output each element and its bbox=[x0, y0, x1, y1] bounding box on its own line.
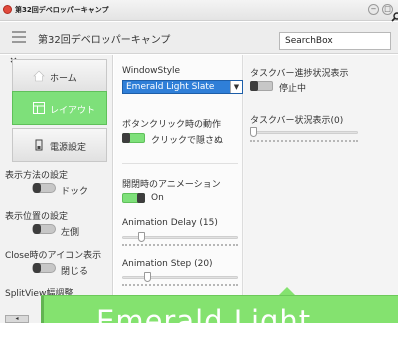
page-title: 第32回デベロッパーキャンプ bbox=[38, 35, 171, 46]
app-header: 第32回デベロッパーキャンプ SearchBox bbox=[0, 22, 398, 54]
display-position-value: 左側 bbox=[61, 228, 80, 238]
animation-delay-label: Animation Delay (15) bbox=[122, 218, 218, 228]
animation-step-ticks bbox=[122, 284, 238, 286]
open-close-animation-label: 開閉時のアニメーション bbox=[122, 180, 221, 190]
close-icon-display-toggle[interactable] bbox=[32, 263, 56, 273]
animation-step-slider-thumb[interactable] bbox=[144, 272, 151, 282]
sidebar-item-layout[interactable]: レイアウト bbox=[12, 91, 107, 125]
button-click-action-value: クリックで隠さぬ bbox=[151, 136, 224, 146]
taskbar-state-label: タスクバー状況表示(0) bbox=[250, 116, 344, 126]
layout-icon bbox=[33, 102, 45, 114]
title-bar: 第32回デベロッパーキャンプ − □ bbox=[0, 0, 398, 21]
sidebar-item-label: レイアウト bbox=[50, 106, 96, 116]
window-title: 第32回デベロッパーキャンプ bbox=[15, 6, 109, 14]
animation-delay-ticks bbox=[122, 244, 238, 246]
close-icon-display-value: 閉じる bbox=[61, 267, 89, 277]
hamburger-menu-icon[interactable] bbox=[12, 31, 26, 43]
taskbar-state-ticks bbox=[250, 140, 358, 142]
taskbar-state-track[interactable] bbox=[250, 131, 358, 134]
open-close-animation-value: On bbox=[151, 193, 164, 203]
settings-panel-right bbox=[244, 55, 398, 323]
sidebar-item-label: ホーム bbox=[50, 74, 77, 84]
minimize-button[interactable]: − bbox=[368, 4, 379, 15]
display-position-toggle[interactable] bbox=[32, 224, 56, 234]
window-style-value: Emerald Light Slate bbox=[126, 82, 215, 92]
taskbar-state-slider-thumb[interactable] bbox=[250, 127, 257, 137]
chevron-down-icon[interactable]: ▼ bbox=[230, 81, 242, 93]
splitview-width-control[interactable]: ◂ bbox=[5, 315, 29, 323]
animation-step-track[interactable] bbox=[122, 276, 238, 279]
app-icon bbox=[3, 5, 12, 14]
taskbar-progress-value: 停止中 bbox=[279, 84, 307, 94]
window-style-label: WindowStyle bbox=[122, 66, 181, 76]
taskbar-progress-toggle[interactable] bbox=[250, 81, 273, 91]
display-mode-toggle[interactable] bbox=[32, 183, 56, 193]
power-icon bbox=[35, 139, 43, 151]
sidebar-item-label: 電源設定 bbox=[50, 143, 87, 153]
close-icon-display-label: Close時のアイコン表示 bbox=[5, 251, 102, 261]
open-close-animation-toggle[interactable] bbox=[122, 193, 145, 203]
home-icon bbox=[33, 70, 45, 82]
animation-delay-slider-thumb[interactable] bbox=[138, 232, 145, 242]
search-input[interactable]: SearchBox bbox=[279, 32, 391, 50]
search-icon[interactable] bbox=[391, 12, 398, 22]
divider bbox=[122, 163, 238, 164]
sidebar-item-power[interactable]: 電源設定 bbox=[12, 128, 107, 162]
display-mode-value: ドック bbox=[61, 187, 89, 197]
sidebar-item-home[interactable]: ホーム bbox=[12, 59, 107, 93]
animation-step-label: Animation Step (20) bbox=[122, 259, 213, 269]
button-click-action-toggle[interactable] bbox=[122, 133, 145, 143]
display-mode-label: 表示方法の設定 bbox=[5, 171, 69, 181]
button-click-action-label: ボタンクリック時の動作 bbox=[122, 120, 222, 130]
display-position-label: 表示位置の設定 bbox=[5, 212, 69, 222]
taskbar-progress-label: タスクバー進捗状況表示 bbox=[250, 69, 349, 79]
window-style-select[interactable]: Emerald Light Slate ▼ bbox=[122, 80, 243, 94]
overlay-edge bbox=[41, 296, 44, 323]
style-preview-text: Emerald Light bbox=[96, 304, 312, 338]
